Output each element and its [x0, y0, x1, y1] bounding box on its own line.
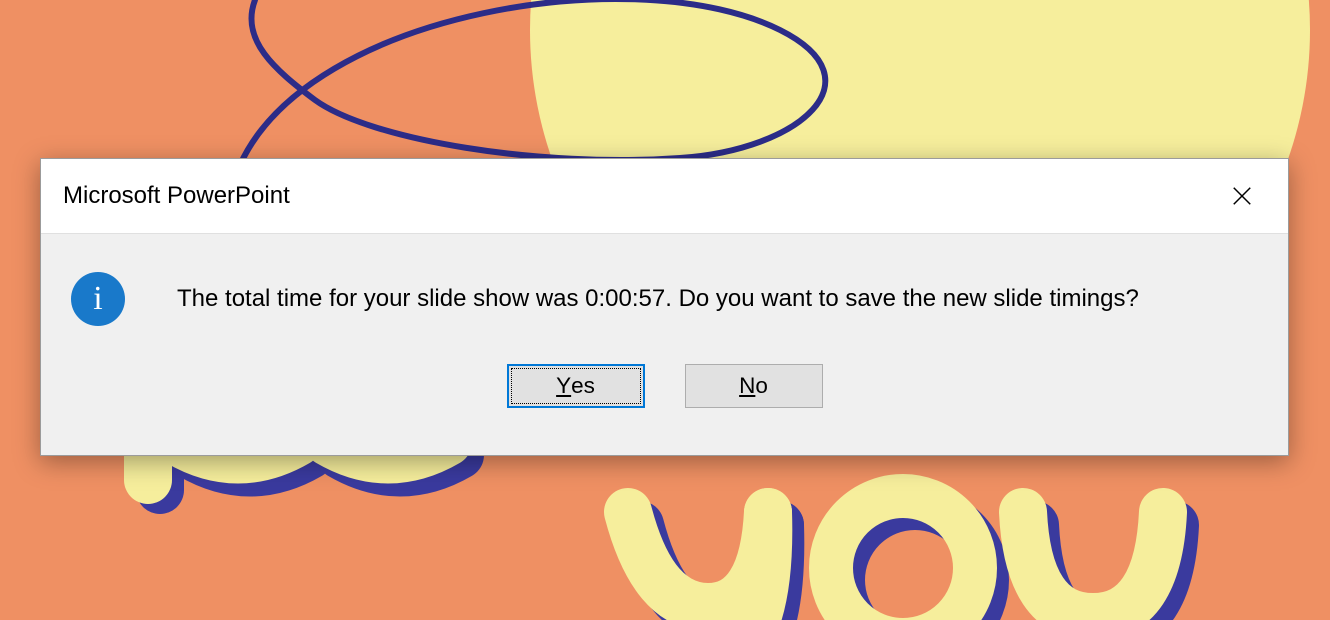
message-row: i The total time for your slide show was… — [41, 234, 1288, 336]
button-row: Yes No — [41, 336, 1288, 438]
dialog-body: i The total time for your slide show was… — [41, 234, 1288, 455]
dialog-title: Microsoft PowerPoint — [63, 182, 290, 210]
no-rest: o — [755, 373, 768, 399]
close-icon — [1231, 185, 1253, 207]
no-button[interactable]: No — [685, 364, 823, 408]
info-icon: i — [71, 272, 125, 326]
yes-mnemonic: Y — [556, 373, 571, 399]
yes-rest: es — [571, 373, 595, 399]
message-dialog: Microsoft PowerPoint i The total time fo… — [40, 158, 1289, 456]
no-mnemonic: N — [739, 373, 755, 399]
dialog-message: The total time for your slide show was 0… — [177, 285, 1139, 313]
close-button[interactable] — [1218, 172, 1266, 220]
yes-button[interactable]: Yes — [507, 364, 645, 408]
titlebar: Microsoft PowerPoint — [41, 159, 1288, 234]
